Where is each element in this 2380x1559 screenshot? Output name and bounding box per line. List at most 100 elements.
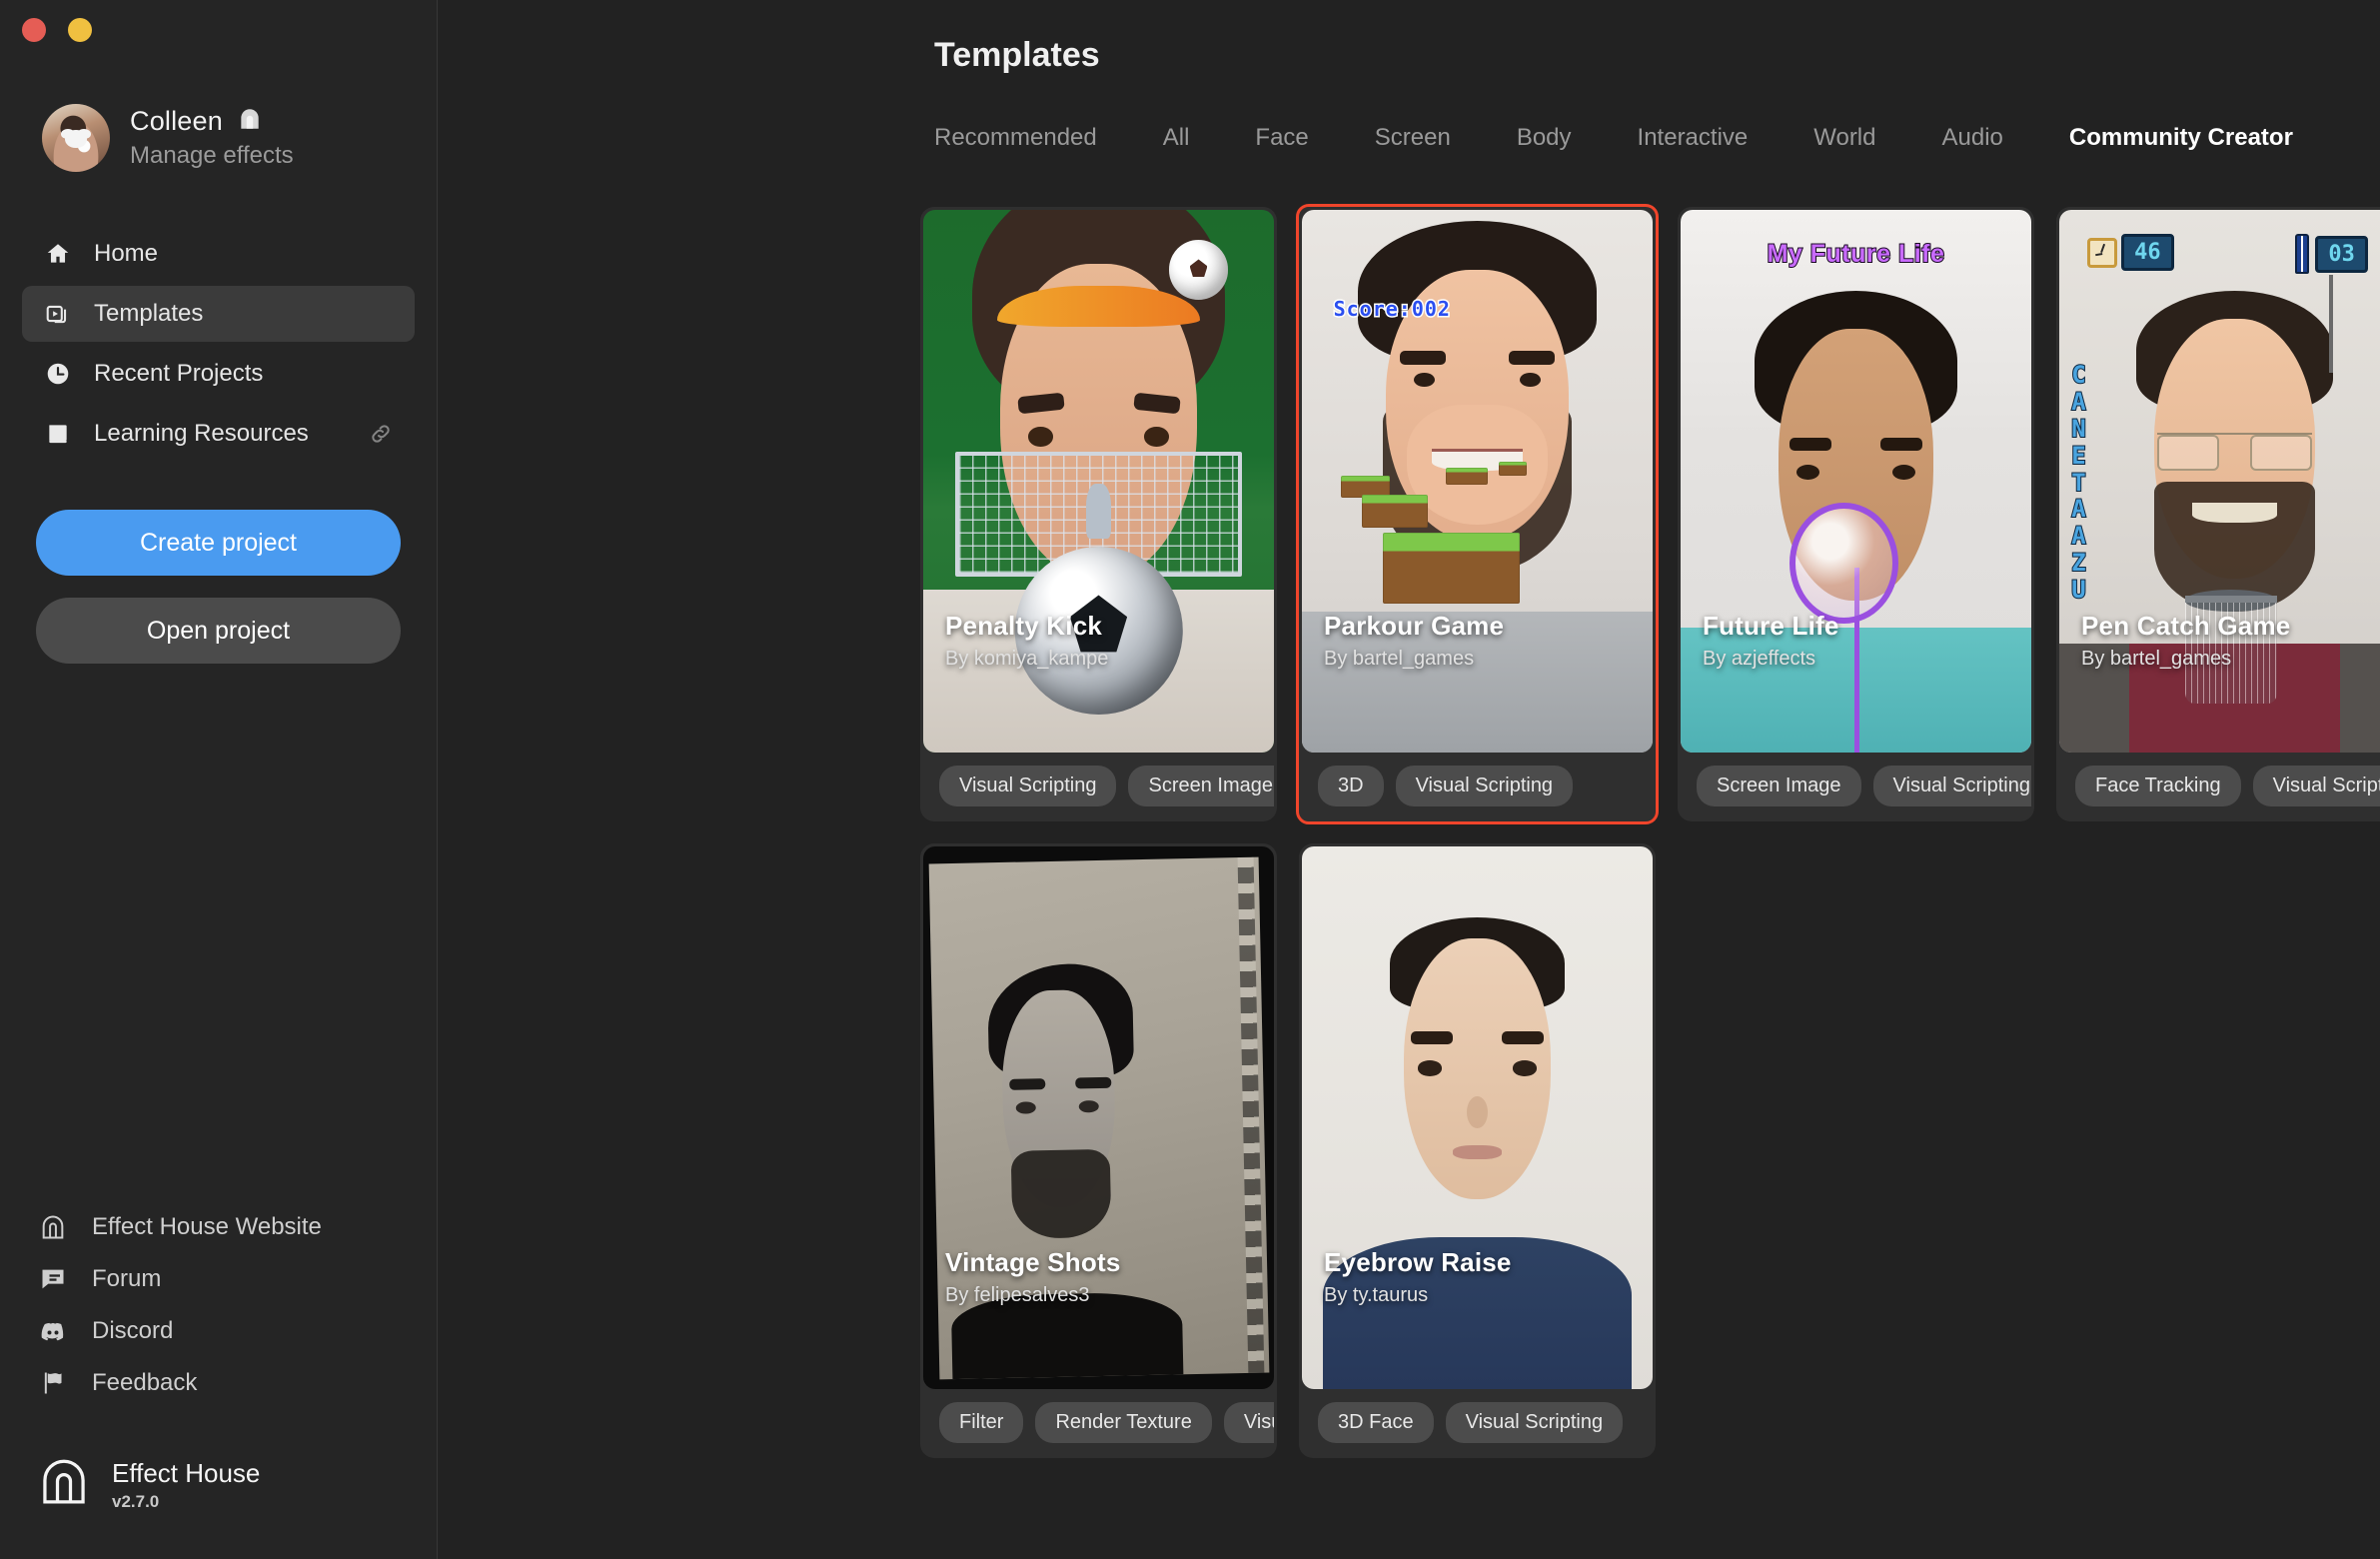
card-meta: Future Life By azjeffects — [1703, 611, 1839, 671]
minimize-window-button[interactable] — [68, 18, 92, 42]
card-tag-list: Screen Image Visual Scripting — [1681, 753, 2031, 818]
template-card-future-life[interactable]: My Future Life Future Life By azjeffects… — [1678, 207, 2034, 821]
tab-all[interactable]: All — [1163, 124, 1190, 152]
card-tag[interactable]: Screen Image — [1697, 765, 1861, 806]
pen-icon — [2295, 234, 2310, 275]
template-thumbnail: My Future Life Future Life By azjeffects — [1681, 210, 2031, 753]
template-thumbnail: Eyebrow Raise By ty.taurus — [1302, 846, 1653, 1389]
link-label: Feedback — [92, 1369, 198, 1396]
tab-body[interactable]: Body — [1517, 124, 1572, 152]
sidebar-item-home[interactable]: Home — [22, 226, 415, 282]
avatar — [42, 104, 110, 172]
forum-icon — [38, 1264, 68, 1294]
hud-timer-value: 46 — [2121, 234, 2174, 272]
sidebar-item-recent-projects[interactable]: Recent Projects — [22, 346, 415, 402]
card-title: Eyebrow Raise — [1324, 1247, 1512, 1277]
thumbnail-overlay-text: Score:002 — [1332, 295, 1451, 322]
card-tag-list: Face Tracking Visual Scripting — [2059, 753, 2380, 818]
sidebar-item-label: Learning Resources — [94, 420, 309, 447]
home-icon — [44, 240, 72, 268]
sidebar-item-label: Home — [94, 240, 159, 267]
card-tag[interactable]: Visual Scripting — [1872, 765, 2031, 806]
template-card-penalty-kick[interactable]: Penalty Kick By komiya_kampe Visual Scri… — [920, 207, 1277, 821]
close-window-button[interactable] — [22, 18, 46, 42]
template-thumbnail: 46 03 CANETAAZU Pen Catch Game By bartel… — [2059, 210, 2380, 753]
card-title: Penalty Kick — [945, 611, 1103, 641]
template-card-vintage-shots[interactable]: Vintage Shots By felipesalves3 Filter Re… — [920, 843, 1277, 1458]
sidebar: Colleen Manage effects Home Templates Re… — [0, 0, 438, 1559]
thumbnail-overlay-text: My Future Life — [1767, 239, 1945, 269]
app-brand: Effect House v2.7.0 — [0, 1456, 437, 1559]
sidebar-item-templates[interactable]: Templates — [22, 286, 415, 342]
tab-face[interactable]: Face — [1255, 124, 1308, 152]
card-tag[interactable]: Face Tracking — [2075, 765, 2241, 806]
card-tag[interactable]: Visual Scripting — [939, 765, 1117, 806]
tab-recommended[interactable]: Recommended — [934, 124, 1097, 152]
link-effect-house-website[interactable]: Effect House Website — [38, 1212, 391, 1242]
template-thumbnail: Vintage Shots By felipesalves3 — [923, 846, 1274, 1389]
card-tag[interactable]: Visua — [1223, 1401, 1274, 1443]
profile-name: Colleen — [130, 106, 223, 136]
tab-world[interactable]: World — [1813, 124, 1875, 152]
tab-interactive[interactable]: Interactive — [1638, 124, 1749, 152]
card-meta: Penalty Kick By komiya_kampe — [945, 611, 1108, 671]
open-project-button[interactable]: Open project — [36, 598, 401, 664]
profile-subtitle[interactable]: Manage effects — [130, 142, 294, 170]
card-tag-list: Filter Render Texture Visua — [923, 1389, 1274, 1455]
template-thumbnail: Score:002 Parkour Game By bartel_games — [1302, 210, 1653, 753]
external-link-icon — [369, 422, 393, 446]
sidebar-item-label: Recent Projects — [94, 360, 264, 387]
card-tag[interactable]: 3D Face — [1318, 1401, 1434, 1443]
card-author: By bartel_games — [2081, 648, 2232, 670]
template-card-pen-catch-game[interactable]: 46 03 CANETAAZU Pen Catch Game By bartel… — [2056, 207, 2380, 821]
template-card-eyebrow-raise[interactable]: Eyebrow Raise By ty.taurus 3D Face Visua… — [1299, 843, 1656, 1458]
card-title: Vintage Shots — [945, 1247, 1121, 1277]
window-traffic-lights — [22, 18, 92, 42]
clock-icon — [2087, 237, 2118, 268]
card-title: Future Life — [1703, 611, 1839, 641]
templates-icon — [44, 300, 72, 328]
thumbnail-vertical-text: CANETAAZU — [2070, 361, 2087, 605]
brand-version: v2.7.0 — [112, 1491, 160, 1511]
discord-icon — [38, 1316, 68, 1346]
link-forum[interactable]: Forum — [38, 1264, 391, 1294]
flag-icon — [38, 1368, 68, 1398]
card-tag[interactable]: Screen Image — [1128, 765, 1274, 806]
link-label: Forum — [92, 1265, 162, 1292]
sidebar-item-learning-resources[interactable]: Learning Resources — [22, 406, 415, 462]
sidebar-nav: Home Templates Recent Projects Learning … — [0, 226, 437, 462]
tab-audio[interactable]: Audio — [1942, 124, 2003, 152]
project-actions: Create project Open project — [0, 510, 437, 664]
sidebar-item-label: Templates — [94, 300, 204, 327]
effect-house-icon — [38, 1212, 68, 1242]
card-tag[interactable]: Visual Scripting — [2252, 765, 2380, 806]
card-author: By komiya_kampe — [945, 648, 1109, 670]
card-tag[interactable]: Filter — [939, 1401, 1024, 1443]
page-title: Templates — [934, 36, 1100, 74]
link-label: Discord — [92, 1317, 174, 1344]
card-meta: Pen Catch Game By bartel_games — [2081, 611, 2290, 671]
card-meta: Vintage Shots By felipesalves3 — [945, 1247, 1121, 1307]
link-discord[interactable]: Discord — [38, 1316, 391, 1346]
app-window: Colleen Manage effects Home Templates Re… — [0, 0, 2380, 1559]
tab-screen[interactable]: Screen — [1375, 124, 1451, 152]
card-tag[interactable]: Visual Scripting — [1445, 1401, 1624, 1443]
effect-house-glyph-icon — [237, 106, 263, 137]
card-tag[interactable]: Visual Scripting — [1395, 765, 1574, 806]
effect-house-logo-icon — [38, 1456, 90, 1513]
main-content: Templates Recommended All Face Screen Bo… — [438, 0, 2380, 1559]
brand-name: Effect House — [112, 1457, 261, 1488]
card-tag[interactable]: Render Texture — [1035, 1401, 1212, 1443]
clock-icon — [44, 360, 72, 388]
template-card-parkour-game[interactable]: Score:002 Parkour Game By bartel_games 3… — [1296, 204, 1659, 824]
card-tag[interactable]: 3D — [1318, 765, 1384, 806]
book-icon — [44, 420, 72, 448]
card-tag-list: Visual Scripting Screen Image — [923, 753, 1274, 818]
link-label: Effect House Website — [92, 1213, 322, 1240]
tab-community-creator[interactable]: Community Creator — [2069, 124, 2293, 152]
user-profile[interactable]: Colleen Manage effects — [42, 104, 437, 172]
hud-counter-value: 03 — [2315, 235, 2368, 273]
create-project-button[interactable]: Create project — [36, 510, 401, 576]
link-feedback[interactable]: Feedback — [38, 1368, 391, 1398]
card-meta: Eyebrow Raise By ty.taurus — [1324, 1247, 1512, 1307]
